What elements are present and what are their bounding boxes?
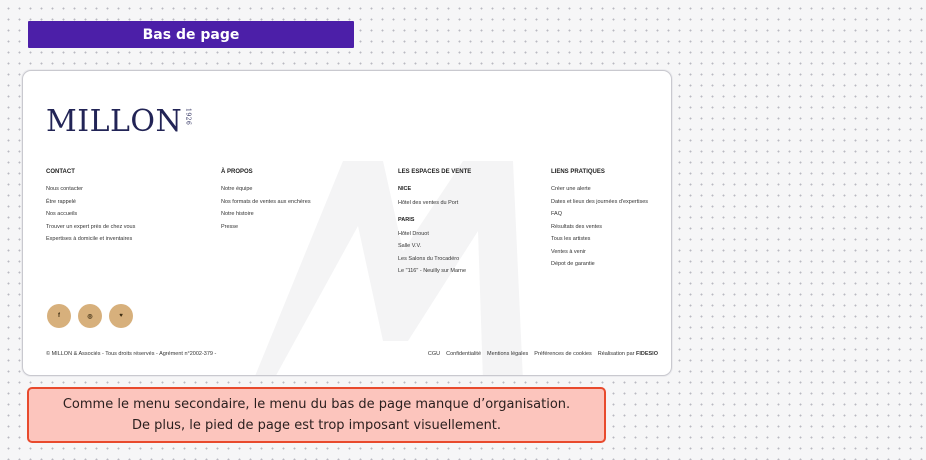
footer-link[interactable]: Tous les artistes: [551, 236, 648, 249]
logo-wordmark: MILLON: [46, 104, 183, 139]
social-links: f ◎ ♥: [47, 304, 133, 328]
note-line-1: Comme le menu secondaire, le menu du bas…: [62, 397, 571, 412]
footer-bottom-bar: © MILLON & Associés - Tous droits réserv…: [46, 351, 658, 361]
city-heading-nice: NICE: [398, 186, 412, 192]
footer-link[interactable]: Notre histoire: [221, 211, 311, 224]
footer-link[interactable]: Dates et lieux des journées d'expertises: [551, 199, 648, 212]
privacy-link[interactable]: Confidentialité: [446, 351, 481, 357]
annotation-note: Comme le menu secondaire, le menu du bas…: [27, 387, 606, 443]
legal-links: CGU Confidentialité Mentions légales Pré…: [428, 351, 658, 357]
footer-link[interactable]: Le "116" - Neuilly sur Marne: [398, 268, 471, 281]
about-column: À PROPOS Notre équipe Nos formats de ven…: [221, 169, 311, 236]
venues-column: LES ESPACES DE VENTE NICE Hôtel des vent…: [398, 169, 471, 281]
column-title: LES ESPACES DE VENTE: [398, 169, 472, 175]
facebook-icon[interactable]: f: [47, 304, 71, 328]
copyright-text: © MILLON & Associés - Tous droits réserv…: [46, 351, 217, 357]
footer-link[interactable]: Dépot de garantie: [551, 261, 648, 274]
footer-link[interactable]: Être rappelé: [46, 199, 135, 212]
footer-link[interactable]: Nos formats de ventes aux enchères: [221, 199, 311, 212]
footer-link[interactable]: Nos accueils: [46, 211, 135, 224]
footer-link[interactable]: FAQ: [551, 211, 648, 224]
cgu-link[interactable]: CGU: [428, 351, 440, 357]
footer-link[interactable]: Notre équipe: [221, 186, 311, 199]
footer-link[interactable]: Ventes à venir: [551, 249, 648, 262]
millon-logo[interactable]: MILLON 1926: [46, 107, 191, 137]
footer-link[interactable]: Hôtel Drouot: [398, 231, 471, 244]
credit-prefix: Réalisation par: [597, 351, 635, 357]
footer-link[interactable]: Nous contacter: [46, 186, 135, 199]
column-title: CONTACT: [46, 169, 75, 175]
agency-credit[interactable]: Réalisation par FIDESIO: [598, 351, 658, 357]
legal-notice-link[interactable]: Mentions légales: [487, 351, 528, 357]
city-heading-paris: PARIS: [398, 216, 415, 223]
section-tag: Bas de page: [28, 21, 354, 48]
twitter-icon[interactable]: ♥: [109, 304, 133, 328]
contact-column: CONTACT Nous contacter Être rappelé Nos …: [46, 169, 135, 249]
credit-name: FIDESIO: [635, 351, 658, 357]
practical-links-column: LIENS PRATIQUES Créer une alerte Dates e…: [551, 169, 648, 274]
footer-link[interactable]: Les Salons du Trocadéro: [398, 256, 471, 269]
instagram-icon[interactable]: ◎: [78, 304, 102, 328]
footer-link[interactable]: Expertises à domicile et inventaires: [46, 236, 135, 249]
footer-mockup: MILLON 1926 CONTACT Nous contacter Être …: [22, 70, 672, 376]
note-line-2: De plus, le pied de page est trop imposa…: [131, 418, 502, 433]
footer-link[interactable]: Créer une alerte: [551, 186, 648, 199]
column-title: LIENS PRATIQUES: [551, 169, 605, 175]
footer-link[interactable]: Presse: [221, 224, 311, 237]
footer-link[interactable]: Hôtel des ventes du Port: [398, 200, 471, 213]
column-title: À PROPOS: [221, 169, 253, 175]
footer-link[interactable]: Résultats des ventes: [551, 224, 648, 237]
cookie-preferences-link[interactable]: Préférences de cookies: [534, 351, 591, 357]
logo-year: 1926: [184, 108, 192, 126]
footer-link[interactable]: Salle V.V.: [398, 243, 471, 256]
footer-link[interactable]: Trouver un expert près de chez vous: [46, 224, 135, 237]
